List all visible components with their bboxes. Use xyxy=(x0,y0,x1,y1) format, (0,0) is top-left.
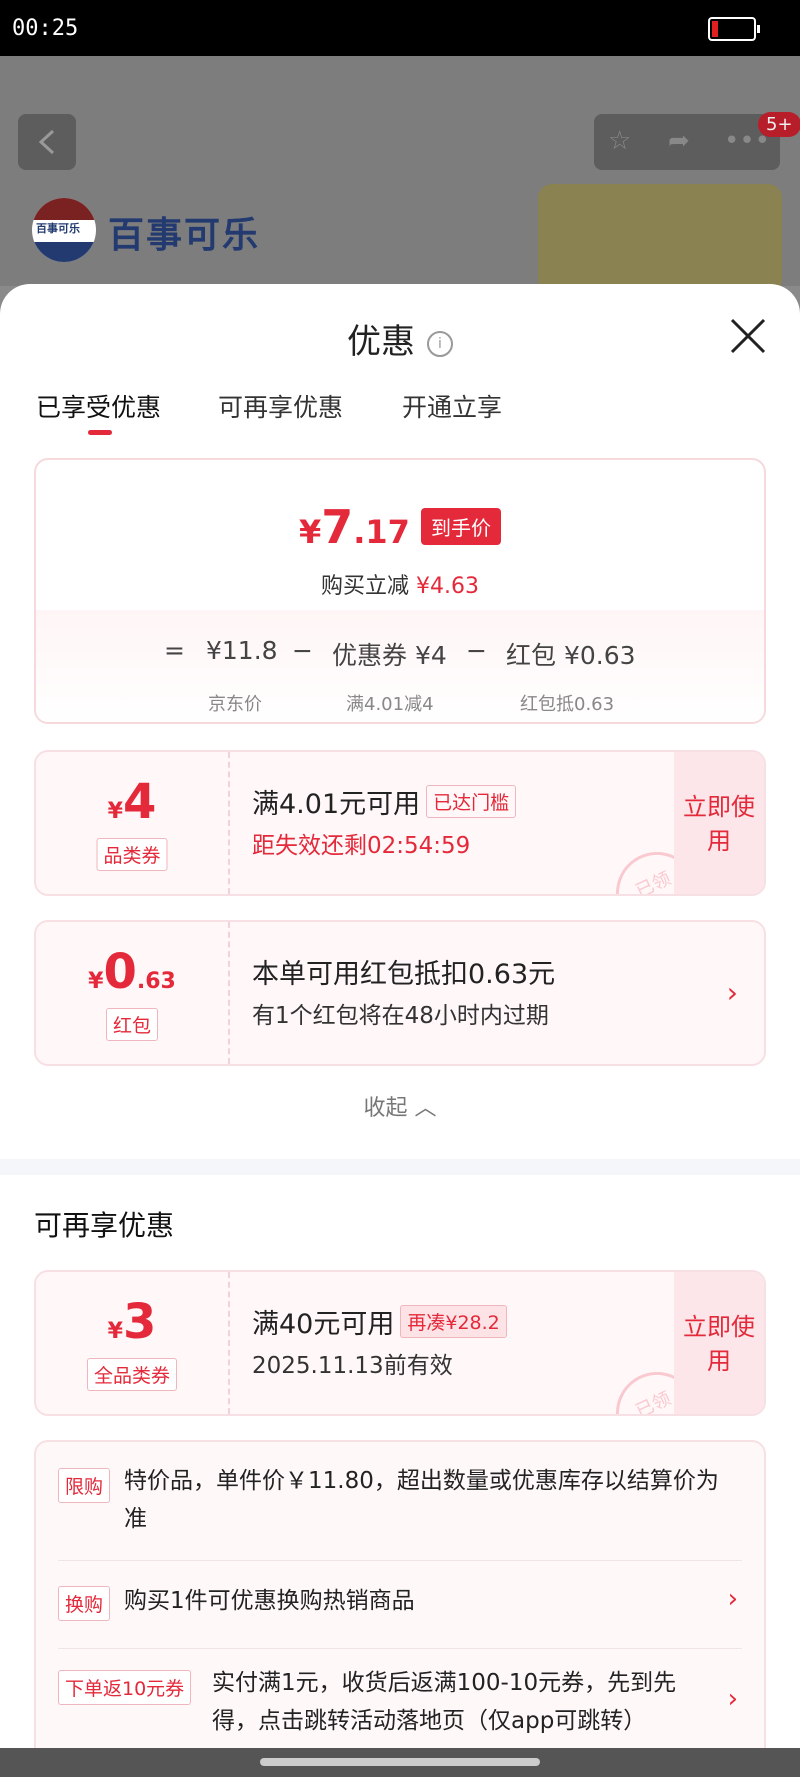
brand-name: 百事可乐 xyxy=(108,215,261,256)
formula-base-value: ¥11.8 xyxy=(206,636,278,665)
gesture-bar xyxy=(0,1748,800,1777)
promo-row-exchange[interactable]: 换购 购买1件可优惠换购热销商品 › xyxy=(58,1560,742,1649)
tab-activate[interactable]: 开通立享 xyxy=(402,388,502,424)
redpacket-label: 红包 xyxy=(105,1008,159,1041)
coupon-type-label: 全品类券 xyxy=(86,1358,178,1391)
back-button[interactable] xyxy=(18,114,76,170)
formula-redpacket-label: 红包抵0.63 xyxy=(520,694,615,715)
product-banner-image xyxy=(538,184,782,294)
top-actions: ☆ ➦ ••• xyxy=(594,114,780,170)
promo-text: 购买1件可优惠换购热销商品 xyxy=(124,1588,415,1614)
share-icon[interactable]: ➦ xyxy=(668,126,690,156)
redpacket-expiry-note: 有1个红包将在48小时内过期 xyxy=(252,1003,549,1029)
star-icon[interactable]: ☆ xyxy=(608,126,631,156)
battery-icon xyxy=(708,17,760,41)
formula-minus: − xyxy=(466,636,487,665)
formula-coupon-value: 优惠券 ¥4 xyxy=(332,641,447,670)
brand-logo: 百事可乐 xyxy=(32,198,96,262)
instant-discount: 购买立减 ¥4.63 xyxy=(321,574,479,599)
tab-more-discounts[interactable]: 可再享优惠 xyxy=(218,388,343,424)
category-coupon: ¥4 品类券 满4.01元可用 已达门槛 距失效还剩02:54:59 已领 立即使… xyxy=(34,750,766,896)
chevron-right-icon: › xyxy=(726,976,738,1009)
info-icon[interactable]: i xyxy=(427,330,453,357)
sheet-title: 优惠 i xyxy=(0,314,800,363)
use-now-button[interactable]: 立即使用 xyxy=(674,752,764,894)
tab-active-indicator xyxy=(88,430,112,435)
coupon-valid-until: 2025.11.13前有效 xyxy=(252,1353,453,1379)
use-now-button[interactable]: 立即使用 xyxy=(674,1272,764,1414)
final-price-tag: 到手价 xyxy=(421,508,502,545)
threshold-reached-tag: 已达门槛 xyxy=(426,785,517,818)
remaining-amount-tag: 再凑¥28.2 xyxy=(400,1305,507,1338)
redpacket-amount: ¥0.63 xyxy=(88,944,176,1000)
chevron-right-icon: › xyxy=(727,1684,738,1714)
status-time: 00:25 xyxy=(12,16,79,41)
message-badge: 5+ xyxy=(758,112,800,137)
red-packet-card[interactable]: ¥0.63 红包 本单可用红包抵扣0.63元 有1个红包将在48小时内过期 › xyxy=(34,920,766,1066)
promo-tag: 下单返10元券 xyxy=(58,1670,192,1705)
promo-text: 实付满1元，收货后返满100-10元券，先到先得，点击跳转活动落地页（仅app可… xyxy=(212,1670,677,1734)
coupon-condition: 满40元可用 再凑¥28.2 xyxy=(252,1302,507,1341)
close-icon[interactable] xyxy=(726,314,770,358)
formula-equals: = xyxy=(164,636,185,665)
status-bar: 00:25 xyxy=(0,0,800,56)
section-divider xyxy=(0,1159,800,1175)
discount-sheet: 优惠 i 已享受优惠 可再享优惠 开通立享 ¥7.17 到手价 购买立减 ¥4.6… xyxy=(0,284,800,1754)
chevron-up-icon: ︿ xyxy=(414,1096,437,1121)
coupon-amount: ¥4 xyxy=(107,774,157,830)
tab-enjoyed[interactable]: 已享受优惠 xyxy=(36,388,161,424)
home-indicator[interactable] xyxy=(260,1758,540,1766)
chevron-right-icon: › xyxy=(727,1584,738,1614)
promo-row-limit: 限购 特价品，单件价￥11.80，超出数量或优惠库存以结算价为准 xyxy=(58,1442,742,1561)
coupon-countdown: 距失效还剩02:54:59 xyxy=(252,833,471,859)
promo-tag: 换购 xyxy=(58,1586,111,1621)
formula-redpacket-value: 红包 ¥0.63 xyxy=(506,641,636,670)
collapse-button[interactable]: 收起 ︿ xyxy=(0,1090,800,1122)
promotions-card: 限购 特价品，单件价￥11.80，超出数量或优惠库存以结算价为准 换购 购买1件… xyxy=(34,1440,766,1754)
coupon-type-label: 品类券 xyxy=(96,838,168,871)
formula-coupon-label: 满4.01减4 xyxy=(346,694,434,715)
all-category-coupon: ¥3 全品类券 满40元可用 再凑¥28.2 2025.11.13前有效 已领 立… xyxy=(34,1270,766,1416)
coupon-condition: 满4.01元可用 已达门槛 xyxy=(252,782,517,821)
coupon-amount: ¥3 xyxy=(107,1294,157,1350)
promo-text: 特价品，单件价￥11.80，超出数量或优惠库存以结算价为准 xyxy=(124,1468,719,1532)
price-summary-card: ¥7.17 到手价 购买立减 ¥4.63 = ¥11.8 − 优惠券 ¥4 − … xyxy=(34,458,766,724)
final-price: ¥7.17 到手价 xyxy=(36,500,764,554)
formula-base-label: 京东价 xyxy=(208,694,262,715)
formula-minus: − xyxy=(292,636,313,665)
chevron-left-icon xyxy=(38,129,55,155)
more-discounts-title: 可再享优惠 xyxy=(34,1209,175,1242)
redpacket-title: 本单可用红包抵扣0.63元 xyxy=(252,959,556,990)
promo-row-cashback[interactable]: 下单返10元券 实付满1元，收货后返满100-10元券，先到先得，点击跳转活动落… xyxy=(58,1648,742,1754)
promo-tag: 限购 xyxy=(58,1468,111,1503)
